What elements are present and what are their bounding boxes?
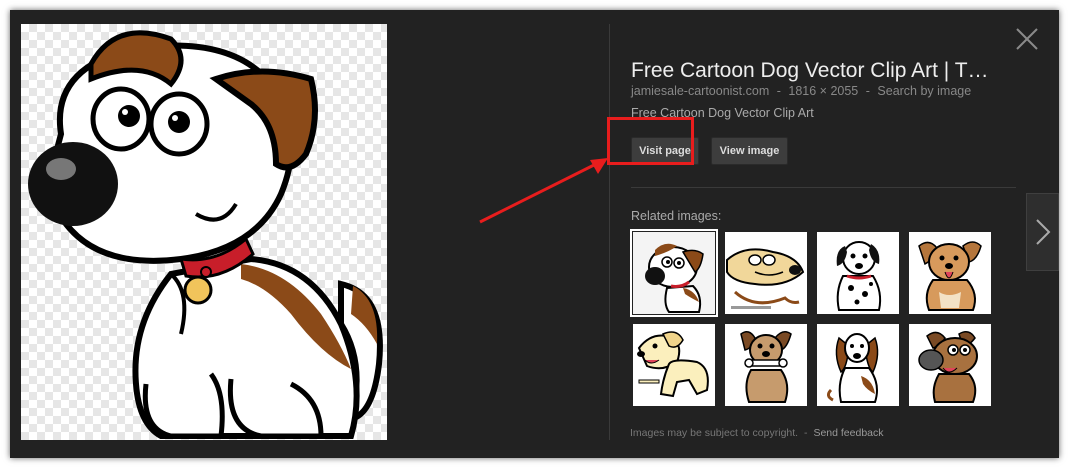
footer: Images may be subject to copyright. - Se… [630,427,884,439]
related-image-thumb[interactable] [817,232,899,314]
related-image-thumb[interactable] [909,324,991,406]
footer-separator: - [804,427,808,439]
image-description: Free Cartoon Dog Vector Clip Art [631,106,814,120]
preview-image[interactable] [21,24,387,440]
horizontal-divider [631,187,1016,188]
related-image-thumb[interactable] [725,324,807,406]
meta-separator: - [865,84,870,98]
send-feedback-link[interactable]: Send feedback [813,427,883,439]
view-image-button[interactable]: View image [711,137,788,165]
image-dimensions: 1816 × 2055 [788,84,859,98]
related-image-thumb[interactable] [817,324,899,406]
meta-separator: - [776,84,781,98]
image-viewer-panel: Free Cartoon Dog Vector Clip Art | T… ja… [10,10,1059,458]
image-meta: jamiesale-cartoonist.com - 1816 × 2055 -… [631,83,971,99]
copyright-notice: Images may be subject to copyright. [630,427,799,439]
next-image-button[interactable] [1026,193,1059,271]
related-images-grid [630,229,991,406]
related-image-thumb[interactable] [630,229,718,317]
visit-page-button[interactable]: Visit page [631,137,699,165]
close-button[interactable] [1014,26,1040,52]
related-image-thumb[interactable] [725,232,807,314]
related-images-label: Related images: [631,209,722,223]
image-title[interactable]: Free Cartoon Dog Vector Clip Art | T… [631,58,1017,84]
related-image-thumb[interactable] [909,232,991,314]
related-image-thumb[interactable] [633,324,715,406]
vertical-divider [609,24,610,440]
chevron-right-icon [1036,219,1051,245]
source-domain[interactable]: jamiesale-cartoonist.com [631,84,769,98]
search-by-image-link[interactable]: Search by image [877,84,971,98]
close-icon [1016,28,1038,50]
